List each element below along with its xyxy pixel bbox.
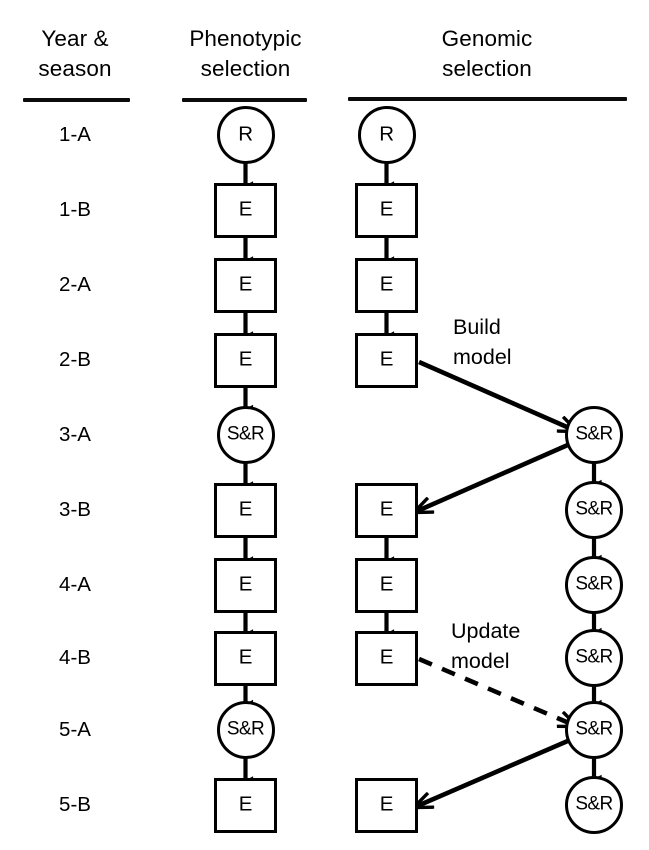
genomic_field_nodes-node-1-a-r: R xyxy=(357,106,416,164)
phenotypic_nodes-node-4-a-e: E xyxy=(214,557,277,613)
node-label: E xyxy=(379,792,394,816)
node-label: E xyxy=(379,645,394,669)
genomic_field_nodes-node-2-b-e: E xyxy=(355,332,418,388)
header-rule-phenotypic xyxy=(182,97,307,102)
node-label: E xyxy=(379,347,394,371)
column-header-year-season: Year & season xyxy=(38,26,112,81)
node-label: S&R xyxy=(575,573,613,595)
node-label: S&R xyxy=(575,646,613,668)
row-label-4-b: 4-B xyxy=(59,646,91,669)
node-label: S&R xyxy=(575,498,613,520)
node-label: S&R xyxy=(575,793,613,815)
annotation-update-model: Update model xyxy=(451,619,521,673)
row-label-3-b: 3-B xyxy=(59,498,91,521)
phenotypic_nodes-node-4-b-e: E xyxy=(214,630,277,686)
node-label: E xyxy=(238,272,253,296)
node-label: S&R xyxy=(575,423,613,445)
node-label: E xyxy=(238,347,253,371)
node-label: E xyxy=(238,497,253,521)
phenotypic_nodes-node-1-a-r: R xyxy=(216,106,275,164)
genomic_field_nodes-node-2-a-e: E xyxy=(355,257,418,313)
phenotypic_nodes-node-5-a-sr: S&R xyxy=(216,701,275,759)
phenotypic_nodes-node-2-a-e: E xyxy=(214,257,277,313)
row-label-2-b: 2-B xyxy=(59,348,91,371)
node-label: E xyxy=(238,645,253,669)
genomic_field_nodes-node-5-b-e: E xyxy=(355,777,418,833)
row-label-2-a: 2-A xyxy=(59,273,91,296)
genomic_model_nodes-node-5-a-sr: S&R xyxy=(565,701,623,759)
node-label: S&R xyxy=(575,718,613,740)
genomic_field_nodes-node-4-b-e: E xyxy=(355,630,418,686)
node-label: E xyxy=(379,497,394,521)
phenotypic_nodes-node-2-b-e: E xyxy=(214,332,277,388)
genomic_model_nodes-node-4-b-sr: S&R xyxy=(565,629,623,687)
genomic_field_nodes-node-1-b-e: E xyxy=(355,182,418,238)
phenotypic_nodes-node-3-a-sr: S&R xyxy=(216,406,275,464)
diagram-canvas: Year & season Phenotypic selection Genomic… xyxy=(0,0,649,850)
node-label: R xyxy=(379,122,394,146)
header-rule-genomic xyxy=(348,97,627,101)
node-label: R xyxy=(238,122,253,146)
genomic_model_nodes-node-4-a-sr: S&R xyxy=(565,556,623,614)
genomic_model_nodes-node-3-b-sr: S&R xyxy=(565,481,623,539)
row-label-5-b: 5-B xyxy=(59,793,91,816)
row-label-1-b: 1-B xyxy=(59,198,91,221)
node-label: E xyxy=(379,572,394,596)
node-label: E xyxy=(238,197,253,221)
model-arrows xyxy=(415,359,576,807)
phenotypic_nodes-node-1-b-e: E xyxy=(214,182,277,238)
genomic_model_nodes-node-5-b-sr: S&R xyxy=(565,776,623,834)
header-rule-year-season xyxy=(23,97,130,102)
genomic_model_nodes-node-3-a-sr: S&R xyxy=(565,406,623,464)
row-label-1-a: 1-A xyxy=(59,123,91,146)
column-header-genomic: Genomic selection xyxy=(441,26,533,81)
predict-arrow-5b xyxy=(415,737,571,807)
annotation-build-model: Build model xyxy=(453,315,512,369)
node-label: E xyxy=(238,572,253,596)
genomic_field_nodes-node-3-b-e: E xyxy=(355,482,418,538)
row-label-4-a: 4-A xyxy=(59,573,91,596)
column-header-phenotypic: Phenotypic selection xyxy=(189,26,302,81)
predict-arrow-3b xyxy=(415,441,571,512)
row-label-5-a: 5-A xyxy=(59,718,91,741)
build-model-arrow xyxy=(418,359,576,431)
genomic_field_nodes-node-4-a-e: E xyxy=(355,557,418,613)
row-label-3-a: 3-A xyxy=(59,423,91,446)
node-label: E xyxy=(379,197,394,221)
node-label: S&R xyxy=(226,718,265,740)
phenotypic_nodes-node-5-b-e: E xyxy=(214,777,277,833)
node-label: S&R xyxy=(226,423,265,445)
phenotypic_nodes-node-3-b-e: E xyxy=(214,482,277,538)
sequence-arrows xyxy=(243,153,602,785)
node-label: E xyxy=(238,792,253,816)
node-label: E xyxy=(379,272,394,296)
